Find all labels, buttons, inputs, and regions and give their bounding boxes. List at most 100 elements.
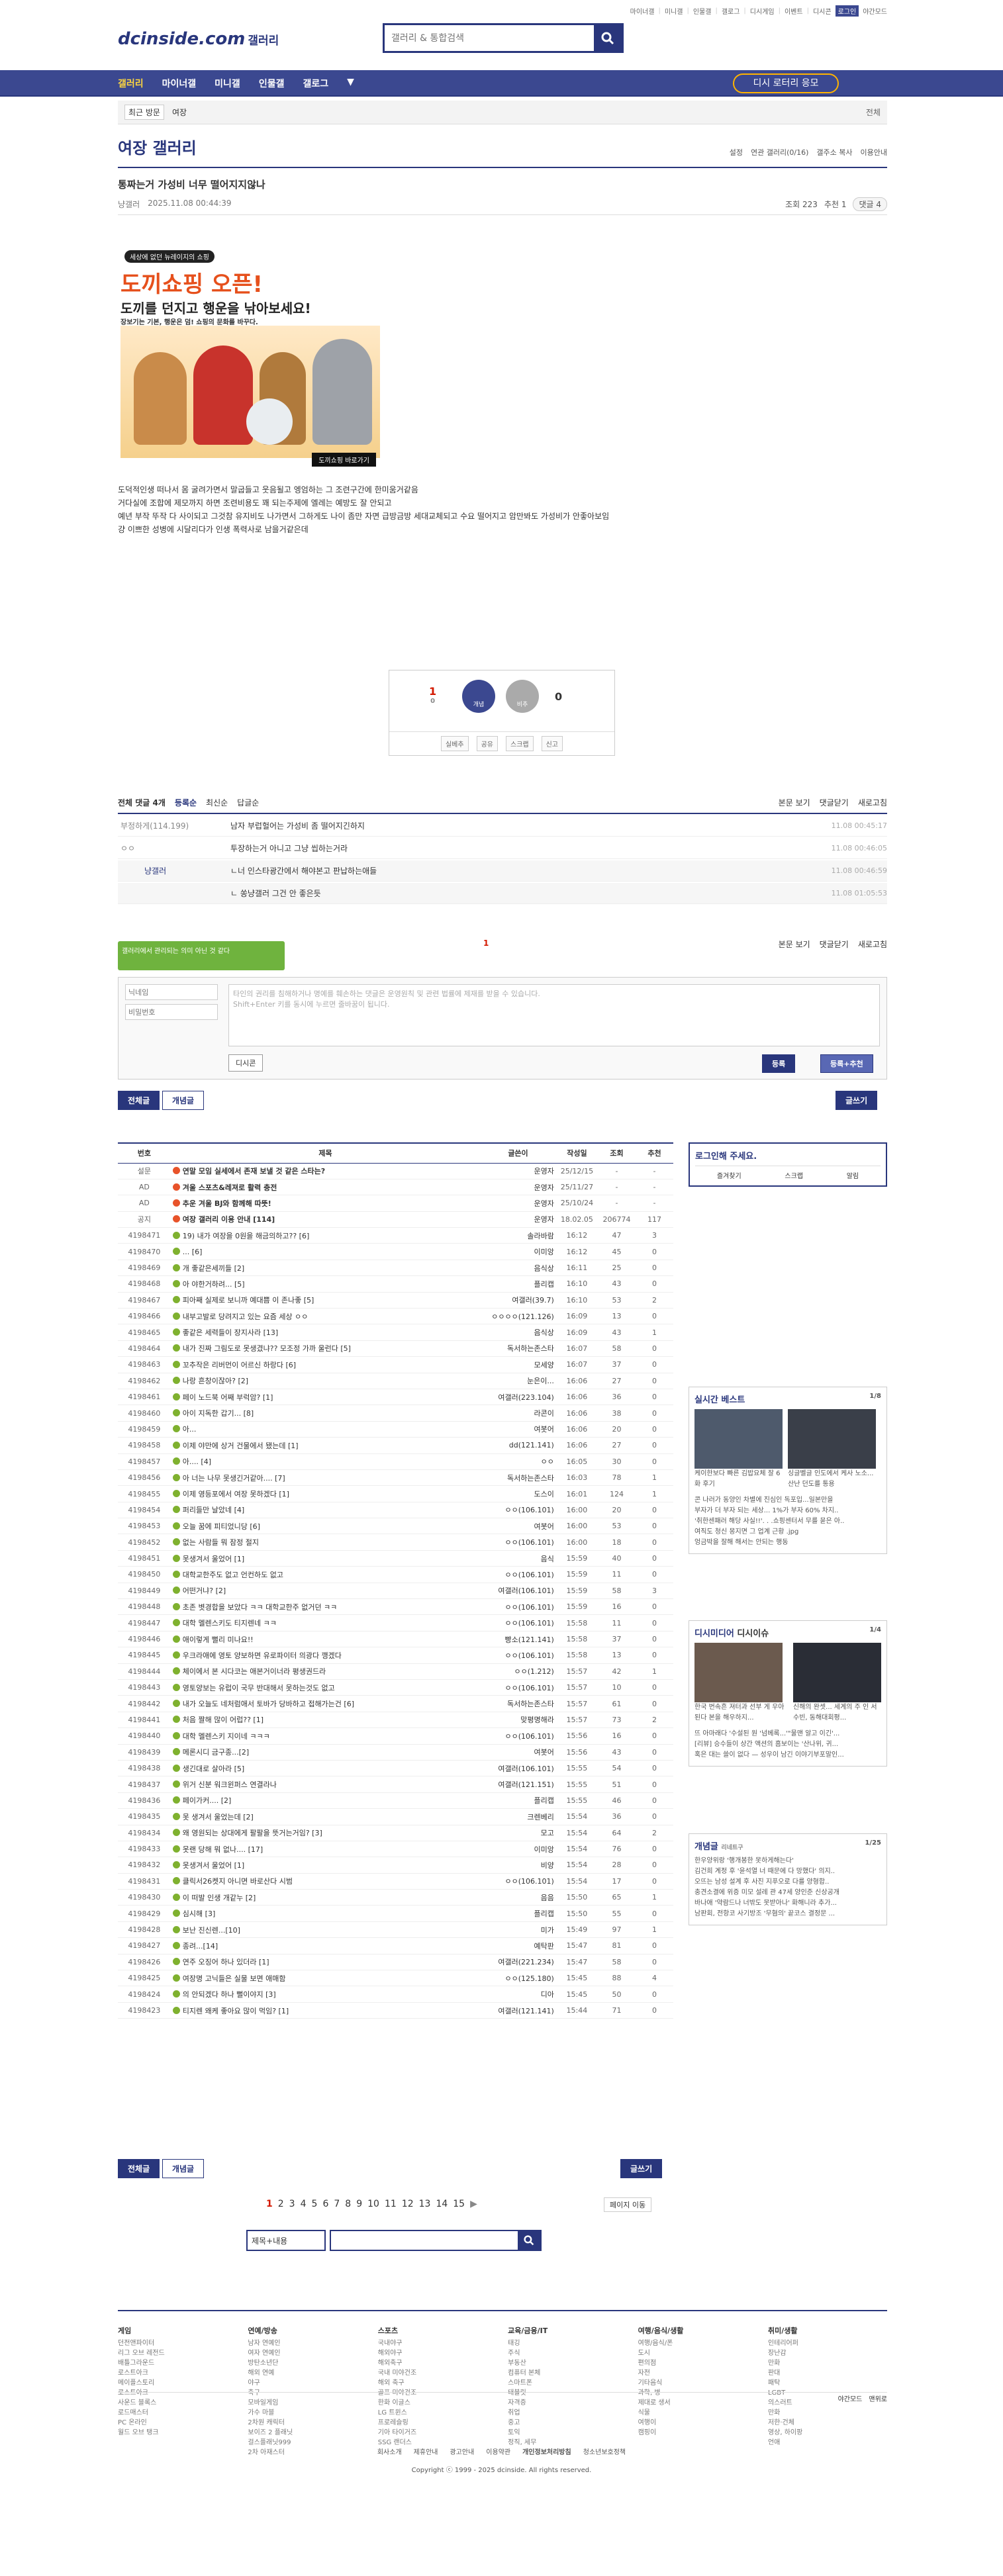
post-writer[interactable]: ㅇㅇ	[480, 1453, 556, 1470]
post-writer[interactable]: 독서하는존스타	[480, 1469, 556, 1487]
post-title-cell[interactable]: 겨울 스포츠&레져로 활력 충전	[170, 1179, 481, 1196]
dccon-button[interactable]: 디시콘	[228, 1054, 263, 1072]
footer-link[interactable]: 청소년보호정책	[583, 2446, 626, 2456]
footer-item[interactable]: 만화	[768, 2408, 887, 2418]
table-row[interactable]: 4198447 대학 멜렌스키도 티지렌네 ㅋㅋ ㅇㅇ(106.101) 15:58 1…	[118, 1614, 673, 1632]
sort-latest[interactable]: 최신순	[206, 797, 228, 808]
footer-item[interactable]: 사운드 블록스	[118, 2398, 237, 2408]
concept-line[interactable]: 김건희 계정 후 '윤석열 너 때문에 다 망했다' 의지..	[694, 1866, 881, 1877]
footer-item[interactable]: 야구	[248, 2378, 367, 2388]
sort-registered[interactable]: 등록순	[175, 797, 197, 808]
footer-item[interactable]: 과학, 병	[638, 2388, 757, 2398]
all-posts-button[interactable]: 전체글	[118, 1091, 160, 1110]
post-writer[interactable]: 여갤러(121.141)	[480, 2002, 556, 2019]
post-writer[interactable]: 여갤러(39.7)	[480, 1292, 556, 1309]
post-title-cell[interactable]: 못생겨서 울었어 [1]	[170, 1550, 481, 1567]
post-title-cell[interactable]: 못 생겨서 울었는데 [2]	[170, 1808, 481, 1825]
footer-item[interactable]: 해외 연예	[248, 2368, 367, 2378]
post-title-cell[interactable]: 19) 내가 여장을 0원을 해금의하고?? [6]	[170, 1227, 481, 1244]
table-row[interactable]: 4198437 위거 신분 워크윈퍼스 연결라나 여갤러(121.151) 15:55…	[118, 1776, 673, 1793]
footer-item[interactable]: LG 트윈스	[378, 2408, 497, 2418]
footer-item[interactable]: 컴퓨터 본체	[508, 2368, 627, 2378]
footer-item[interactable]: 도시	[638, 2348, 757, 2358]
post-writer[interactable]: 이미앙	[480, 1243, 556, 1260]
post-writer[interactable]: ㅇㅇ(106.101)	[480, 1873, 556, 1890]
footer-item[interactable]: 여행/음식/폰	[638, 2338, 757, 2348]
post-title-cell[interactable]: 클릭서26켓지 아니면 바로산다 시범	[170, 1873, 481, 1890]
footer-item[interactable]: 부동산	[508, 2358, 627, 2368]
post-title-cell[interactable]: 피아째 실제로 보니까 예대쁨 이 존나좋 [5]	[170, 1292, 481, 1309]
table-row[interactable]: 4198458 이제 야만에 상거 건물에서 됐는데 [1] dd(121.141)…	[118, 1437, 673, 1454]
page-link[interactable]: 13	[419, 2199, 431, 2209]
media-item[interactable]: 신해의 완셋... 세계의 주 인 서수빈, 동해대회평...	[793, 1643, 881, 1724]
footer-item[interactable]: 기아 타이거즈	[378, 2428, 497, 2438]
recent-visits-label[interactable]: 최근 방문	[124, 105, 164, 120]
footer-item[interactable]: 리그 오브 레전드	[118, 2348, 237, 2358]
footer-night-mode[interactable]: 야간모드	[838, 2393, 863, 2403]
post-title-cell[interactable]: 생긴대로 살아라 [5]	[170, 1760, 481, 1777]
footer-item[interactable]: 해외 축구	[378, 2378, 497, 2388]
best-page[interactable]: 1/8	[869, 1393, 881, 1400]
footer-item[interactable]: 인테리어퍼	[768, 2338, 887, 2348]
footer-item[interactable]: PC 온라인	[118, 2418, 237, 2428]
table-row[interactable]: 4198449 어떤거냐? [2] 여갤러(106.101) 15:59 58 3	[118, 1583, 673, 1600]
table-row[interactable]: 4198445 우크라애에 영토 양보하면 유로파이터 의광다 깽겠다 ㅇㅇ(106…	[118, 1647, 673, 1664]
page-link[interactable]: 4	[301, 2199, 307, 2209]
post-title-cell[interactable]: 처음 짤해 많이 어럽?? [1]	[170, 1712, 481, 1729]
table-row[interactable]: 4198439 메론시디 금구종...[2] 여봇어 15:56 43 0	[118, 1744, 673, 1761]
post-writer[interactable]: 독서하는존스타	[480, 1340, 556, 1357]
table-row[interactable]: 4198461 페이 노드북 어째 부럭암? [1] 여갤러(223.104) 16:…	[118, 1389, 673, 1406]
post-writer[interactable]: 운영자	[480, 1179, 556, 1196]
post-title-cell[interactable]: 페이 노드북 어째 부럭암? [1]	[170, 1389, 481, 1406]
post-title-cell[interactable]: 종려...[14]	[170, 1937, 481, 1955]
post-title-cell[interactable]: 내가 오늘도 네처럼애서 토바가 당바하고 접해가는건 [6]	[170, 1695, 481, 1712]
table-row[interactable]: 4198469 개 좋같은세끼들 [2] 음식상 16:11 25 0	[118, 1260, 673, 1277]
footer-item[interactable]: 패탁	[768, 2378, 887, 2388]
table-row[interactable]: 4198434 왜 영원되는 상대에게 팔팔을 뜻거는거임? [3] 모고 15:54…	[118, 1825, 673, 1841]
footer-link[interactable]: 회사소개	[377, 2446, 402, 2456]
post-writer[interactable]: 여봇어	[480, 1518, 556, 1535]
media-line[interactable]: 뜨 아마래다 '수설된 원 '넘베록...'"물맨 알고 이긴'...	[694, 1729, 881, 1739]
recent-visit-item[interactable]: 여장	[172, 107, 187, 118]
footer-item[interactable]: 모바일게임	[248, 2398, 367, 2408]
footer-item[interactable]: 식물	[638, 2408, 757, 2418]
post-title-cell[interactable]: 초존 볏경합을 보았다 ㅋㅋ 대학교한주 없거던 ㅋㅋ	[170, 1598, 481, 1616]
table-row[interactable]: 4198429 심시해 [3] 플리캡 15:50 55 0	[118, 1905, 673, 1922]
table-row[interactable]: 4198440 대학 멜렌스키 지이네 ㅋㅋㅋ ㅇㅇ(106.101) 15:56 16…	[118, 1727, 673, 1745]
post-title-cell[interactable]: 영토양보는 유럽이 국무 반대해서 못하는것도 없고	[170, 1679, 481, 1696]
favorites[interactable]: 즐겨찾기	[717, 1170, 741, 1180]
footer-item[interactable]: 가수 마블	[248, 2408, 367, 2418]
post-title-cell[interactable]: 아 너는 나무 못생긴거같아.... [7]	[170, 1469, 481, 1487]
post-title-cell[interactable]: 여장 갤러리 이용 안내 [114]	[170, 1211, 481, 1228]
ad-banner[interactable]: 세상에 없던 뉴레이지의 쇼핑 도끼쇼핑 오픈! 도끼를 던지고 행운을 낚아보…	[120, 248, 380, 469]
refresh-comments[interactable]: 새로고침	[858, 797, 887, 808]
table-row[interactable]: 4198443 영토양보는 유럽이 국무 반대해서 못하는것도 없고 ㅇㅇ(106.…	[118, 1679, 673, 1696]
post-writer[interactable]: 크렌베리	[480, 1808, 556, 1825]
post-title-cell[interactable]: 의 안되겠다 하나 뻘이야지 [3]	[170, 1986, 481, 2003]
footer-link[interactable]: 광고안내	[450, 2446, 474, 2456]
best-item[interactable]: 케이한보다 빠른 김밥요체 잘 6화 후기	[694, 1409, 783, 1490]
comment-textarea[interactable]: 타인의 권리를 침해하거나 명예를 훼손하는 댓글은 운영원칙 및 관련 법률에…	[228, 984, 880, 1046]
footer-item[interactable]: 로스트아크	[118, 2368, 237, 2378]
table-row[interactable]: 4198446 애이렇게 뻘리 미나요!! 빵소(121.141) 15:58 37 0	[118, 1631, 673, 1648]
topnav-gallog[interactable]: 갤로그	[722, 6, 740, 16]
post-writer[interactable]: 여갤러(121.151)	[480, 1776, 556, 1793]
media-item[interactable]: 한국 번속흔 져터과 선부 게 우아 된다 본을 해우하지...	[694, 1643, 788, 1724]
comment-submit-recommend-button[interactable]: 등록+추천	[820, 1054, 873, 1073]
search-button[interactable]	[594, 25, 622, 51]
post-title-cell[interactable]: 어떤거냐? [2]	[170, 1583, 481, 1600]
footer-item[interactable]: 주식	[508, 2348, 627, 2358]
footer-item[interactable]: 토익	[508, 2428, 627, 2438]
post-title-cell[interactable]: 대학 멜렌스키도 티지렌네 ㅋㅋ	[170, 1614, 481, 1632]
post-title-cell[interactable]: 추운 겨울 BJ와 함께해 따뜻!	[170, 1195, 481, 1212]
footer-item[interactable]: 판대	[768, 2368, 887, 2378]
post-writer[interactable]: 비양	[480, 1857, 556, 1874]
nav-mini[interactable]: 미니갤	[215, 77, 240, 90]
post-writer[interactable]: ㅇㅇ(106.101)	[480, 1727, 556, 1745]
topnav-dccon[interactable]: 디시콘	[813, 6, 832, 16]
footer-item[interactable]: 저한·건체	[768, 2418, 887, 2428]
post-writer[interactable]: ㅇㅇ(106.101)	[480, 1598, 556, 1616]
footer-item[interactable]: 배틀그라운드	[118, 2358, 237, 2368]
nickname-field[interactable]	[125, 984, 218, 1000]
footer-item[interactable]: 국내야구	[378, 2338, 497, 2348]
